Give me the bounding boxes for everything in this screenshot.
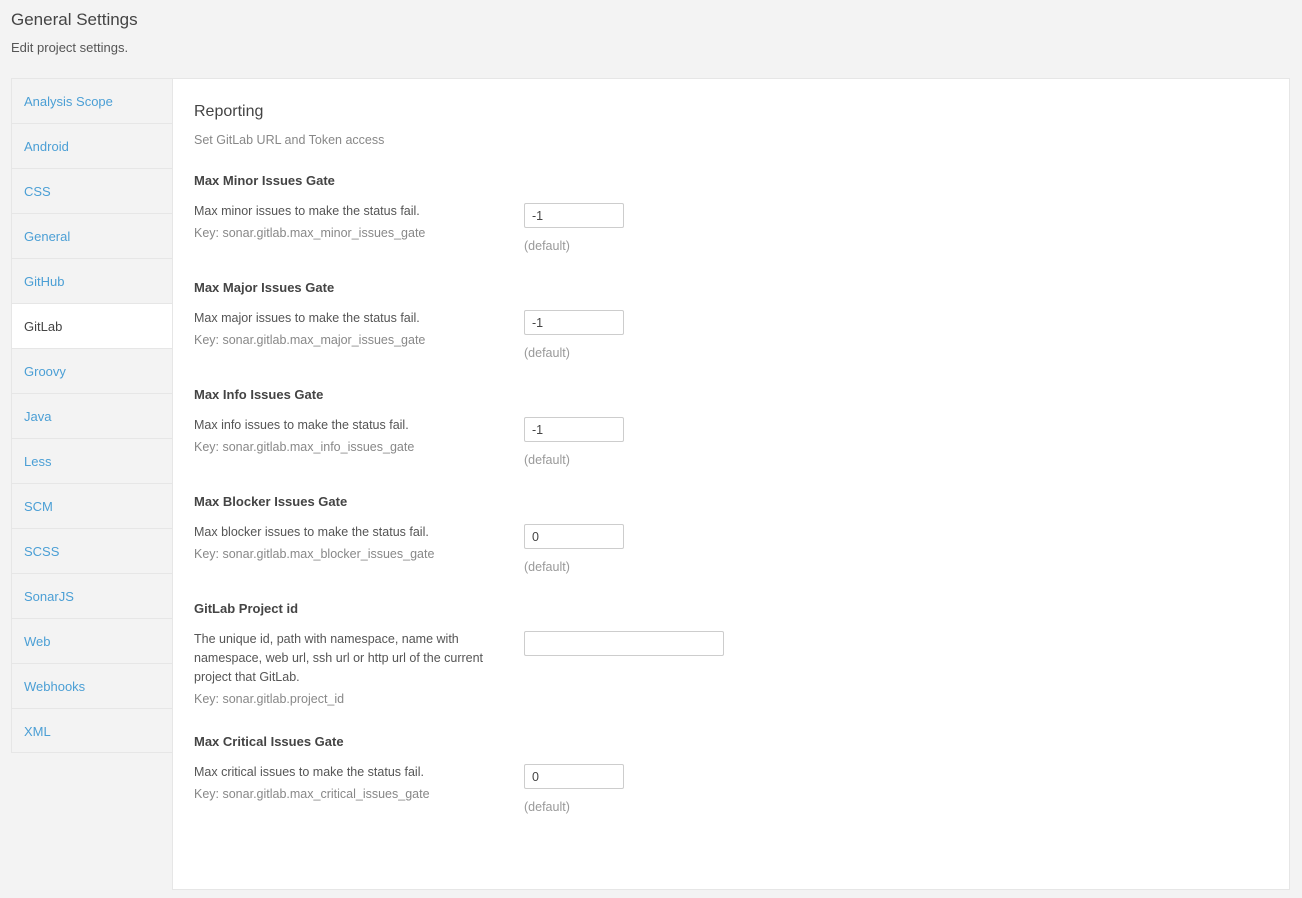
setting-description-block: Max major issues to make the status fail… xyxy=(194,309,494,350)
setting-name: Max Minor Issues Gate xyxy=(194,173,335,188)
sidebar-item-label: GitHub xyxy=(24,274,65,289)
setting-key: Key: sonar.gitlab.max_critical_issues_ga… xyxy=(194,787,430,801)
setting-max-info-issues-gate: Max Info Issues Gate Max info issues to m… xyxy=(194,386,1268,469)
setting-description: The unique id, path with namespace, name… xyxy=(194,632,484,684)
setting-description: Max blocker issues to make the status fa… xyxy=(194,525,429,539)
setting-input-max-major-issues-gate[interactable] xyxy=(524,310,624,335)
sidebar-item-label: Android xyxy=(24,139,69,154)
setting-input-max-critical-issues-gate[interactable] xyxy=(524,764,624,789)
sidebar-item-css[interactable]: CSS xyxy=(11,168,174,213)
panel-title: Reporting xyxy=(194,103,264,120)
setting-description-block: Max critical issues to make the status f… xyxy=(194,763,494,804)
setting-input-max-info-issues-gate[interactable] xyxy=(524,417,624,442)
setting-key: Key: sonar.gitlab.max_minor_issues_gate xyxy=(194,226,426,240)
setting-key: Key: sonar.gitlab.project_id xyxy=(194,692,345,706)
setting-name: GitLab Project id xyxy=(194,601,299,616)
setting-body: Max major issues to make the status fail… xyxy=(194,309,1268,362)
setting-key: Key: sonar.gitlab.max_major_issues_gate xyxy=(194,333,426,347)
sidebar-item-label: Web xyxy=(24,634,51,649)
setting-name: Max Critical Issues Gate xyxy=(194,734,344,749)
setting-description: Max critical issues to make the status f… xyxy=(194,765,424,779)
setting-description: Max info issues to make the status fail. xyxy=(194,418,409,432)
setting-input-max-minor-issues-gate[interactable] xyxy=(524,203,624,228)
settings-category-sidebar: Analysis Scope Android CSS General GitHub Git… xyxy=(11,78,175,753)
setting-value-block: (default) xyxy=(524,202,624,255)
setting-description-block: Max minor issues to make the status fail… xyxy=(194,202,494,243)
sidebar-item-label: CSS xyxy=(24,184,51,199)
sidebar-item-gitlab[interactable]: GitLab xyxy=(11,303,175,348)
sidebar-item-scss[interactable]: SCSS xyxy=(11,528,174,573)
setting-default-label: (default) xyxy=(524,560,570,574)
sidebar-item-webhooks[interactable]: Webhooks xyxy=(11,663,174,708)
page-header: General Settings Edit project settings. xyxy=(0,0,1302,58)
sidebar-item-general[interactable]: General xyxy=(11,213,174,258)
sidebar-item-label: XML xyxy=(24,724,51,739)
sidebar-item-analysis-scope[interactable]: Analysis Scope xyxy=(11,78,174,123)
setting-value-block: (default) xyxy=(524,416,624,469)
sidebar-item-label: SCM xyxy=(24,499,53,514)
sidebar-item-label: SCSS xyxy=(24,544,60,559)
setting-description-block: Max blocker issues to make the status fa… xyxy=(194,523,494,564)
setting-max-minor-issues-gate: Max Minor Issues Gate Max minor issues to… xyxy=(194,172,1268,255)
panel-subtitle: Set GitLab URL and Token access xyxy=(194,133,385,147)
setting-name: Max Info Issues Gate xyxy=(194,387,324,402)
sidebar-item-android[interactable]: Android xyxy=(11,123,174,168)
setting-description: Max minor issues to make the status fail… xyxy=(194,204,420,218)
setting-default-label: (default) xyxy=(524,239,570,253)
setting-name: Max Major Issues Gate xyxy=(194,280,335,295)
sidebar-item-label: Analysis Scope xyxy=(24,94,113,109)
setting-body: Max blocker issues to make the status fa… xyxy=(194,523,1268,576)
sidebar-item-sonarjs[interactable]: SonarJS xyxy=(11,573,174,618)
sidebar-item-label: SonarJS xyxy=(24,589,74,604)
setting-value-block: (default) xyxy=(524,523,624,576)
sidebar-item-label: Less xyxy=(24,454,52,469)
setting-default-label: (default) xyxy=(524,453,570,467)
setting-default-label: (default) xyxy=(524,346,570,360)
setting-description: Max major issues to make the status fail… xyxy=(194,311,420,325)
setting-value-block xyxy=(524,630,724,656)
setting-key: Key: sonar.gitlab.max_info_issues_gate xyxy=(194,440,415,454)
setting-default-label: (default) xyxy=(524,800,570,814)
setting-value-block: (default) xyxy=(524,309,624,362)
sidebar-item-less[interactable]: Less xyxy=(11,438,174,483)
setting-key: Key: sonar.gitlab.max_blocker_issues_gat… xyxy=(194,547,435,561)
setting-body: Max info issues to make the status fail.… xyxy=(194,416,1268,469)
page-title: General Settings xyxy=(11,10,138,29)
setting-max-critical-issues-gate: Max Critical Issues Gate Max critical iss… xyxy=(194,733,1268,816)
sidebar-item-xml[interactable]: XML xyxy=(11,708,174,753)
settings-list: Max Minor Issues Gate Max minor issues to… xyxy=(194,172,1268,816)
setting-description-block: Max info issues to make the status fail.… xyxy=(194,416,494,457)
setting-value-block: (default) xyxy=(524,763,624,816)
settings-panel: Reporting Set GitLab URL and Token acces… xyxy=(172,78,1290,890)
setting-max-blocker-issues-gate: Max Blocker Issues Gate Max blocker issue… xyxy=(194,493,1268,576)
sidebar-item-label: GitLab xyxy=(24,319,63,334)
settings-layout: Analysis Scope Android CSS General GitHub Git… xyxy=(0,78,1302,890)
setting-input-max-blocker-issues-gate[interactable] xyxy=(524,524,624,549)
sidebar-item-label: Webhooks xyxy=(24,679,86,694)
page-subtitle: Edit project settings. xyxy=(11,40,129,55)
sidebar-item-scm[interactable]: SCM xyxy=(11,483,174,528)
setting-max-major-issues-gate: Max Major Issues Gate Max major issues to… xyxy=(194,279,1268,362)
sidebar-item-label: General xyxy=(24,229,71,244)
sidebar-item-groovy[interactable]: Groovy xyxy=(11,348,174,393)
setting-gitlab-project-id: GitLab Project id The unique id, path wit… xyxy=(194,600,1268,709)
setting-description-block: The unique id, path with namespace, name… xyxy=(194,630,494,709)
setting-input-gitlab-project-id[interactable] xyxy=(524,631,724,656)
sidebar-item-web[interactable]: Web xyxy=(11,618,174,663)
sidebar-item-label: Groovy xyxy=(24,364,66,379)
setting-body: Max critical issues to make the status f… xyxy=(194,763,1268,816)
setting-name: Max Blocker Issues Gate xyxy=(194,494,348,509)
setting-body: The unique id, path with namespace, name… xyxy=(194,630,1268,709)
setting-body: Max minor issues to make the status fail… xyxy=(194,202,1268,255)
sidebar-item-label: Java xyxy=(24,409,52,424)
sidebar-item-java[interactable]: Java xyxy=(11,393,174,438)
sidebar-item-github[interactable]: GitHub xyxy=(11,258,174,303)
